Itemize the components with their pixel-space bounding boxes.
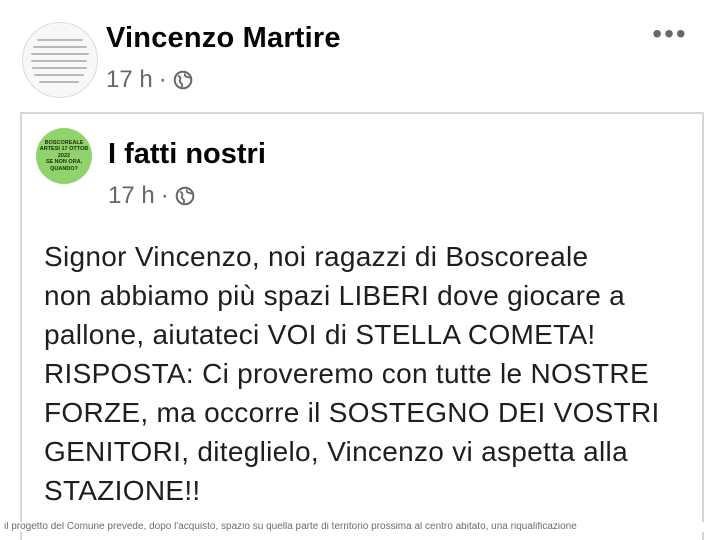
author-avatar[interactable] [22,22,98,98]
globe-icon [173,70,193,90]
avatar-text-line: SE NON ORA, [45,159,83,166]
post-text-line: STAZIONE!! [44,475,201,506]
post-text-line: non abbiamo più spazi LIBERI dove giocar… [44,280,626,311]
avatar-text-line: ARTESI 17 OTTOB [39,146,89,153]
cut-off-text-strip: il progetto del Comune prevede, dopo l'a… [0,522,720,532]
post-text-line: FORZE, ma occorre il SOSTEGNO DEI VOSTRI [44,397,660,428]
cut-off-text: il progetto del Comune prevede, dopo l'a… [4,522,577,532]
post-timestamp[interactable]: 17 h [106,66,153,94]
meta-separator: · [158,66,167,93]
meta-separator: · [160,182,169,209]
post-text-line: GENITORI, diteglielo, Vincenzo vi aspett… [44,436,628,467]
avatar-text-line: BOSCOREALE [44,139,84,146]
post-text-line: RISPOSTA: Ci proveremo con tutte le NOST… [44,358,649,389]
post-meta: 17 h · [106,66,193,94]
more-options-icon[interactable]: ••• [650,20,690,48]
shared-author-name[interactable]: I fatti nostri [108,138,266,171]
post-text-line: pallone, aiutateci VOI di STELLA COMETA! [44,319,596,350]
avatar-text-line: QUANDO? [50,165,78,172]
globe-icon [175,186,195,206]
shared-post[interactable]: BOSCOREALE ARTESI 17 OTTOB 2022 SE NON O… [20,112,704,540]
shared-post-timestamp[interactable]: 17 h [108,182,155,210]
avatar-text-line: 2022 [57,152,71,159]
shared-author-avatar[interactable]: BOSCOREALE ARTESI 17 OTTOB 2022 SE NON O… [36,128,92,184]
shared-post-meta: 17 h · [108,182,195,210]
facebook-post: Vincenzo Martire 17 h · ••• BOSCOREALE A… [0,0,720,540]
post-text-line: Signor Vincenzo, noi ragazzi di Boscorea… [44,241,589,272]
post-body-text: Signor Vincenzo, noi ragazzi di Boscorea… [44,237,704,510]
author-name[interactable]: Vincenzo Martire [106,22,341,55]
